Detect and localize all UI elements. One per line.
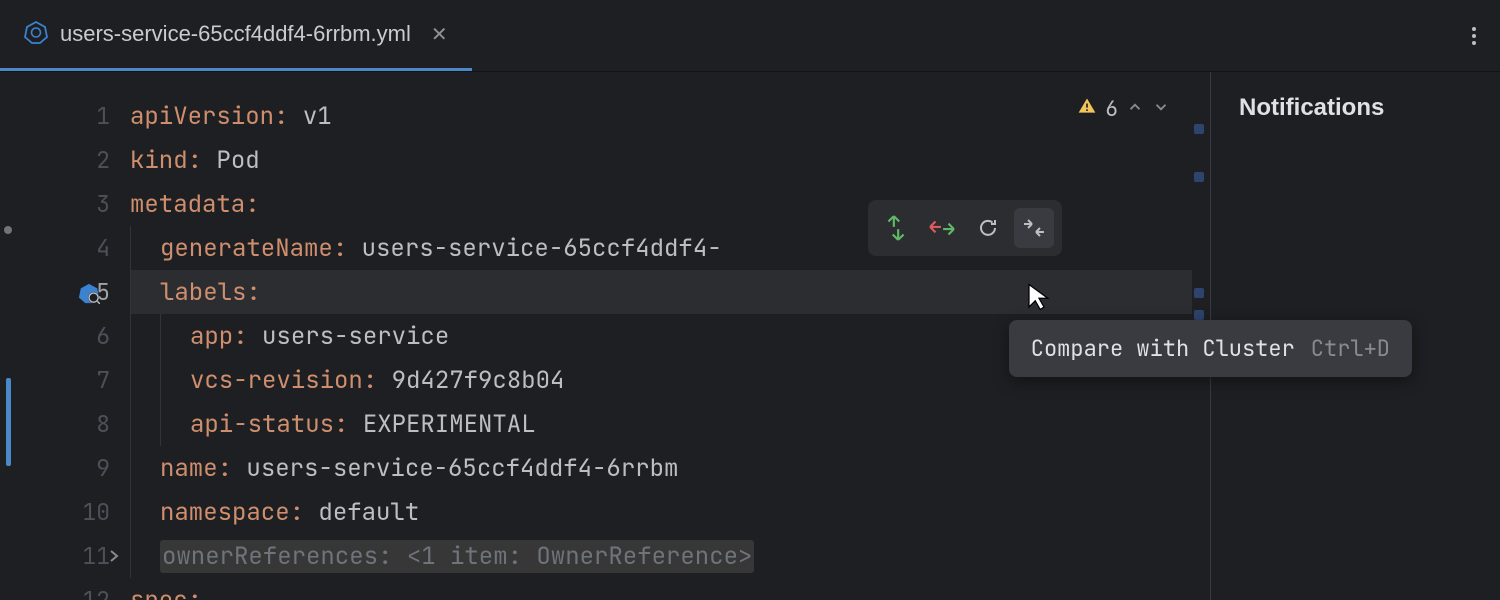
line-number-gutter: 1 2 3 4 5 6 7 8 9 10 11 12 xyxy=(0,72,130,600)
warning-count: 6 xyxy=(1105,96,1118,123)
code-line[interactable]: name: users-service-65ccf4ddf4-6rrbm xyxy=(130,446,1192,490)
line-number: 8 xyxy=(0,402,110,446)
kubernetes-toolbar xyxy=(868,200,1062,256)
line-number: 11 xyxy=(0,534,110,578)
line-number: 10 xyxy=(0,490,110,534)
mouse-cursor-icon xyxy=(1026,282,1052,320)
code-content[interactable]: apiVersion: v1 kind: Pod metadata: gener… xyxy=(130,72,1192,600)
line-number: 12 xyxy=(0,578,110,600)
notifications-title: Notifications xyxy=(1239,94,1472,122)
kubernetes-gutter-icon[interactable] xyxy=(78,281,100,303)
stripe-marker[interactable] xyxy=(1194,172,1204,182)
refresh-button[interactable] xyxy=(968,208,1008,248)
more-options-icon[interactable] xyxy=(1466,21,1482,51)
code-line[interactable]: ownerReferences: <1 item: OwnerReference… xyxy=(130,534,1192,578)
code-line[interactable]: namespace: default xyxy=(130,490,1192,534)
tooltip-label: Compare with Cluster xyxy=(1031,334,1295,363)
line-number: 5 xyxy=(0,270,110,314)
line-number: 3 xyxy=(0,182,110,226)
code-line[interactable]: spec: xyxy=(130,578,1192,600)
line-number: 1 xyxy=(0,94,110,138)
code-line[interactable]: api-status: EXPERIMENTAL xyxy=(130,402,1192,446)
inspections-widget[interactable]: 6 xyxy=(1077,96,1170,123)
file-tab[interactable]: users-service-65ccf4ddf4-6rrbm.yml ✕ xyxy=(0,0,472,71)
prev-highlight-icon[interactable] xyxy=(1126,96,1144,123)
line-number: 2 xyxy=(0,138,110,182)
kubernetes-icon xyxy=(24,20,48,49)
close-tab-icon[interactable]: ✕ xyxy=(431,22,448,47)
line-number: 7 xyxy=(0,358,110,402)
tooltip: Compare with Cluster Ctrl+D xyxy=(1009,320,1412,377)
line-number: 9 xyxy=(0,446,110,490)
warning-icon xyxy=(1077,96,1097,123)
next-highlight-icon[interactable] xyxy=(1152,96,1170,123)
stripe-marker[interactable] xyxy=(1194,288,1204,298)
tooltip-shortcut: Ctrl+D xyxy=(1311,334,1390,363)
pull-from-cluster-button[interactable] xyxy=(922,208,962,248)
code-line[interactable]: apiVersion: v1 xyxy=(130,94,1192,138)
tab-filename: users-service-65ccf4ddf4-6rrbm.yml xyxy=(60,21,411,47)
line-number: 4 xyxy=(0,226,110,270)
stripe-marker[interactable] xyxy=(1194,310,1204,320)
stripe-marker[interactable] xyxy=(1194,124,1204,134)
compare-with-cluster-button[interactable] xyxy=(1014,208,1054,248)
push-to-cluster-button[interactable] xyxy=(876,208,916,248)
line-number: 6 xyxy=(0,314,110,358)
fold-expand-icon[interactable] xyxy=(108,541,120,571)
code-line[interactable]: kind: Pod xyxy=(130,138,1192,182)
tab-bar: users-service-65ccf4ddf4-6rrbm.yml ✕ xyxy=(0,0,1500,72)
editor[interactable]: 1 2 3 4 5 6 7 8 9 10 11 12 xyxy=(0,72,1210,600)
